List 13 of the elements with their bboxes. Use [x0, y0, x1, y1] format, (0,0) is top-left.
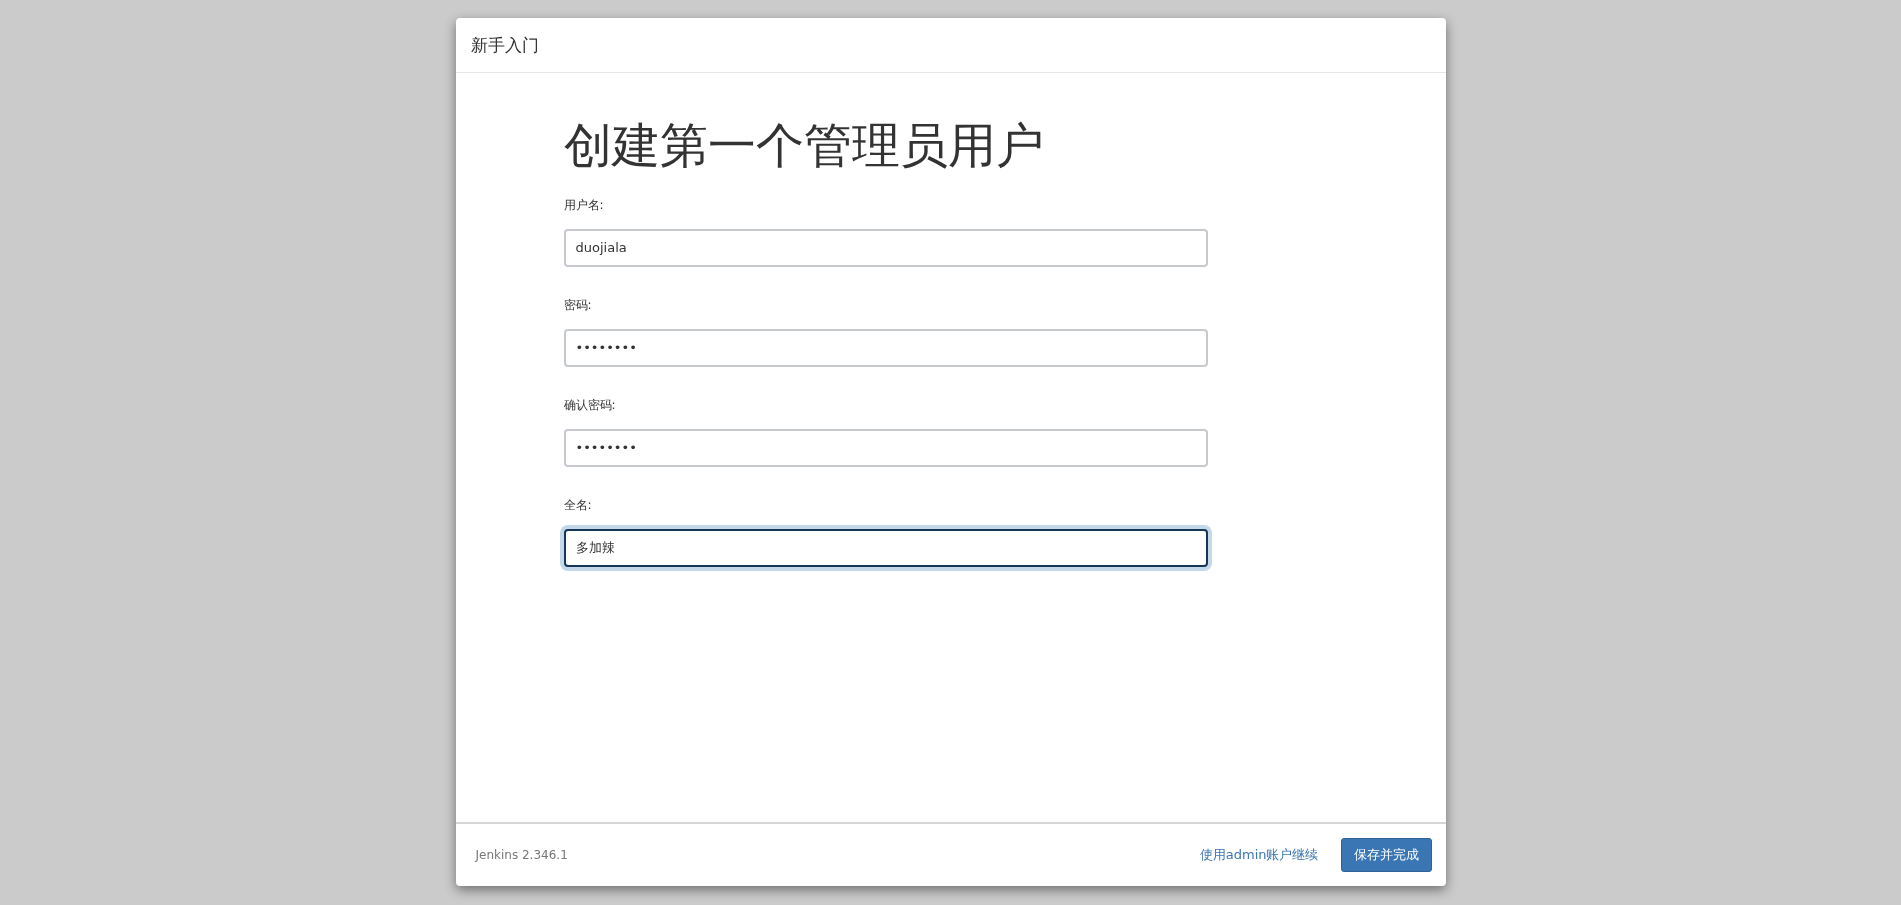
- input-field[interactable]: ••••••••: [563, 428, 1208, 467]
- version-text: Jenkins 2.346.1: [475, 848, 568, 862]
- field-label: 确认密码:: [563, 396, 616, 414]
- field-label: 全名:: [563, 496, 592, 514]
- input-field[interactable]: duojiala: [563, 228, 1208, 267]
- save-finish-button[interactable]: 保存并完成: [1340, 838, 1432, 872]
- field-label: 密码:: [563, 296, 592, 314]
- input-field[interactable]: ••••••••: [563, 328, 1208, 367]
- field-label: 用户名:: [563, 196, 604, 214]
- continue-as-admin-link[interactable]: 使用admin账户继续: [1199, 846, 1319, 864]
- input-field[interactable]: 多加辣: [563, 528, 1208, 567]
- page-heading: 创建第一个管理员用户: [563, 117, 1044, 175]
- dialog-title: 新手入门: [470, 33, 539, 57]
